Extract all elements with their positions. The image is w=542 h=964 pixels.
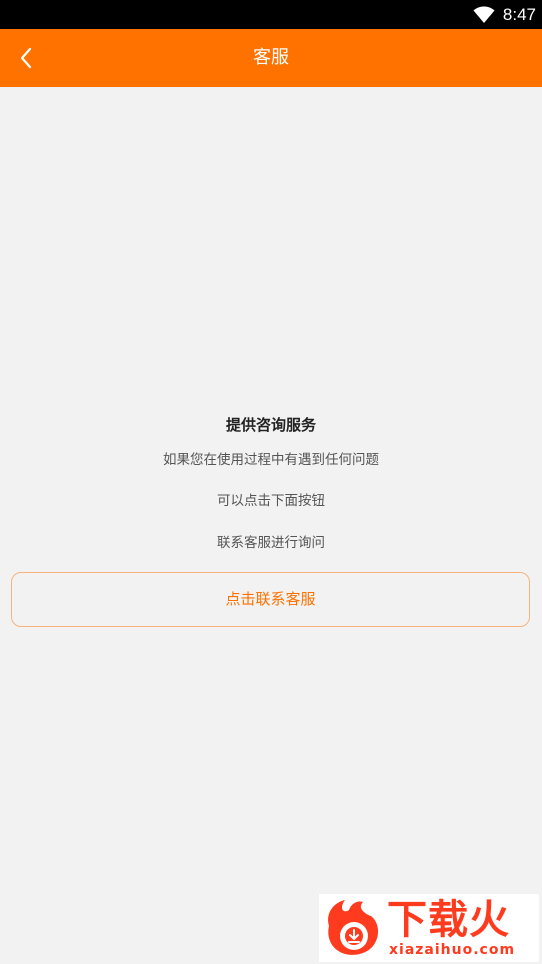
info-line: 如果您在使用过程中有遇到任何问题 xyxy=(163,452,379,468)
watermark-brand: 下载火 xyxy=(387,897,510,943)
status-indicators: 8:47 xyxy=(473,0,536,29)
watermark: 下载火 xiazaihuo.com xyxy=(319,894,539,962)
page-title: 客服 xyxy=(253,47,289,68)
info-line: 联系客服进行询问 xyxy=(217,535,325,551)
service-heading: 提供咨询服务 xyxy=(225,416,316,434)
contact-service-button[interactable]: 点击联系客服 xyxy=(11,572,530,627)
info-line: 可以点击下面按钮 xyxy=(217,493,325,509)
wifi-icon xyxy=(473,6,495,23)
watermark-text: 下载火 xiazaihuo.com xyxy=(387,898,515,958)
flame-logo-icon xyxy=(328,900,379,955)
watermark-url: xiazaihuo.com xyxy=(389,942,516,958)
app-header: 客服 xyxy=(0,29,542,87)
status-time: 8:47 xyxy=(502,4,536,24)
status-bar: 8:47 xyxy=(0,0,542,29)
